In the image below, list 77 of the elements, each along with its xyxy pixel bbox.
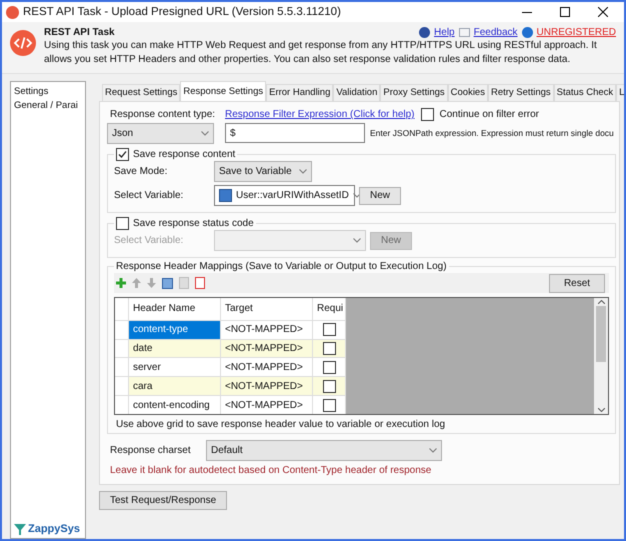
grid-row[interactable]: cara <NOT-MAPPED> (115, 376, 346, 396)
header-link[interactable]: Help (434, 26, 455, 39)
row-header (115, 377, 129, 396)
content-type-select[interactable]: Json (107, 123, 214, 144)
header-name-cell: content-type (129, 320, 221, 339)
caret-icon (201, 131, 209, 136)
checkbox[interactable] (116, 217, 129, 230)
mappings-footer-text: Use above grid to save response header value to variable or execution log (115, 418, 446, 431)
variable-label: Select Variable: (114, 189, 184, 202)
add-icon[interactable] (116, 278, 126, 288)
required-checkbox[interactable] (322, 360, 336, 374)
tab[interactable]: Cookies (448, 84, 488, 101)
close-icon[interactable] (598, 7, 608, 17)
grid-row[interactable]: content-type <NOT-MAPPED> (115, 320, 346, 339)
sidebar-item[interactable]: Settings (14, 85, 82, 99)
header-title: REST API Task (44, 26, 116, 39)
vertical-scrollbar[interactable] (594, 298, 608, 414)
header-name-cell: content-encoding (129, 396, 221, 414)
required-checkbox[interactable] (322, 342, 336, 356)
grid-row[interactable]: content-encoding <NOT-MAPPED> (115, 395, 346, 414)
charset-label: Response charset (110, 444, 192, 457)
filter-help-link[interactable]: Response Filter Expression (Click for help) (225, 108, 415, 121)
header-link[interactable]: Feedback (474, 26, 518, 39)
checkbox[interactable] (116, 148, 129, 161)
header-mappings-title: Response Header Mappings (Save to Variable or Output to Execution Log) (115, 260, 448, 273)
save-status-label: Save response status code (133, 217, 254, 230)
tab[interactable]: Retry Settings (488, 84, 554, 101)
variable-label: Select Variable: (114, 234, 184, 247)
required-checkbox[interactable] (322, 323, 336, 336)
app-logo-icon (6, 6, 19, 18)
scroll-up-icon[interactable] (598, 300, 604, 304)
charset-hint: Leave it blank for autodetect based on Content-Type header of response (109, 464, 432, 477)
filter-hint: Enter JSONPath expression. Expression must return single docu (370, 126, 614, 140)
save-content-label: Save response content (133, 148, 236, 161)
required-checkbox[interactable] (322, 380, 336, 393)
scrollbar-thumb[interactable] (596, 306, 606, 362)
continue-on-error-label: Continue on filter error (440, 108, 540, 121)
charset-select[interactable]: Default (206, 440, 442, 461)
save-mode-label: Save Mode: (114, 165, 168, 178)
maximize-icon[interactable] (560, 7, 570, 17)
sidebar-item[interactable]: General / Parai (14, 99, 82, 113)
tab[interactable]: Proxy Settings (380, 84, 448, 101)
brand-name: ZappySys (28, 522, 80, 536)
header-description: Using this task you can make HTTP Web Request and get response from any HTTP/HTTPS URL using RESTful approach. It allows you set HTTP Headers and other properties. You can also set response validation rules and filter response data. (44, 39, 598, 67)
filter-expression-input[interactable]: $ (225, 123, 365, 143)
caret-icon (353, 238, 361, 243)
caret-icon (299, 169, 307, 174)
variable-icon (219, 189, 232, 202)
caret-icon (352, 193, 361, 198)
grid-row[interactable]: date <NOT-MAPPED> (115, 338, 346, 358)
tab[interactable]: Status Check (554, 84, 616, 101)
content-type-label: Response content type: (109, 108, 216, 121)
grid-row[interactable]: server <NOT-MAPPED> (115, 357, 346, 376)
tab[interactable]: Response Settings (180, 81, 266, 101)
checkbox[interactable] (420, 108, 434, 121)
tab[interactable]: Request Settings (102, 84, 180, 101)
caret-icon (429, 448, 437, 453)
save-mode-select[interactable]: Save to Variable (214, 161, 312, 182)
target-cell: <NOT-MAPPED> (221, 396, 313, 414)
tab[interactable]: Validation (333, 84, 380, 101)
copy-icon[interactable] (162, 278, 173, 288)
code-logo-icon (10, 30, 36, 56)
header-link[interactable]: UNREGISTERED (536, 26, 616, 39)
test-request-button[interactable]: Test Request/Response (99, 491, 228, 510)
new-variable-button[interactable]: New (359, 186, 402, 204)
tab[interactable]: L (616, 84, 624, 101)
window-title: REST API Task - Upload Presigned URL (Version 5.5.3.11210) (23, 6, 342, 18)
help-icon (419, 27, 430, 38)
feedback-icon (458, 28, 470, 37)
row-header (115, 340, 129, 358)
required-checkbox[interactable] (322, 398, 336, 412)
reset-button[interactable]: Reset (549, 274, 605, 292)
funnel-logo-icon (14, 523, 26, 535)
scroll-down-icon[interactable] (598, 408, 604, 412)
tab[interactable]: Error Handling (266, 84, 334, 101)
delete-icon[interactable] (195, 277, 205, 289)
info-icon (522, 27, 533, 38)
